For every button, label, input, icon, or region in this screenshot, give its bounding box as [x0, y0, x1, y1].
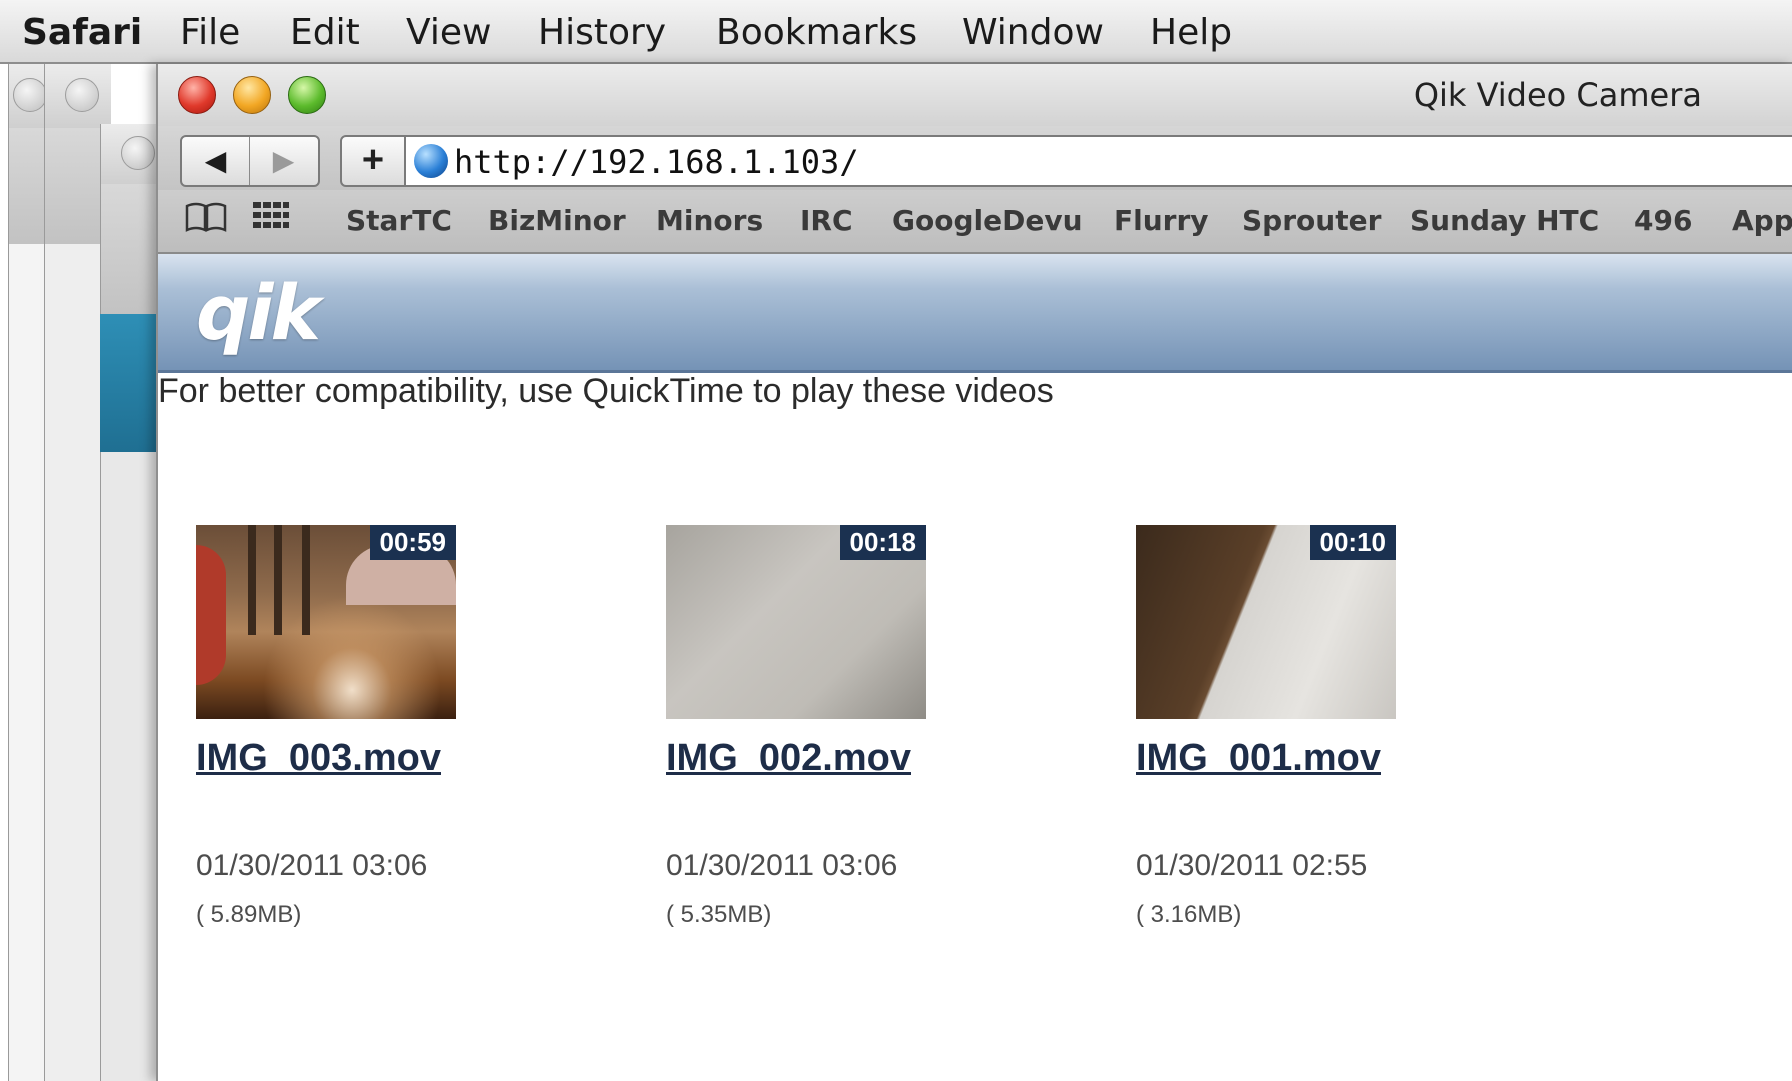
- window-title: Qik Video Camera: [1413, 76, 1702, 114]
- video-date: 01/30/2011 03:06: [666, 849, 898, 882]
- top-sites-grid-icon[interactable]: [252, 200, 290, 240]
- menu-help[interactable]: Help: [1150, 12, 1232, 53]
- video-size: ( 5.35MB): [666, 901, 772, 928]
- bookmarks-bar: StarTC BizMinor Minors IRC GoogleDevu Fl…: [158, 190, 1792, 254]
- bookmark-item[interactable]: BizMinor: [488, 204, 626, 237]
- background-window[interactable]: [100, 124, 161, 1081]
- video-thumbnail[interactable]: 00:18: [666, 525, 926, 719]
- close-window-icon[interactable]: [178, 76, 216, 114]
- menu-window[interactable]: Window: [962, 12, 1104, 53]
- url-text[interactable]: http://192.168.1.103/: [454, 143, 859, 181]
- globe-icon: [414, 144, 448, 178]
- video-date: 01/30/2011 02:55: [1136, 849, 1368, 882]
- zoom-window-icon[interactable]: [288, 76, 326, 114]
- background-page-banner: [100, 314, 160, 452]
- window-close-icon[interactable]: [121, 136, 155, 170]
- bookmark-item[interactable]: StarTC: [346, 204, 452, 237]
- video-link[interactable]: IMG_003.mov: [196, 737, 441, 780]
- duration-badge: 00:10: [1309, 525, 1396, 560]
- window-close-icon[interactable]: [65, 78, 99, 112]
- toolbar: ◀ ▶ + http://192.168.1.103/: [158, 126, 1792, 190]
- menu-view[interactable]: View: [406, 12, 491, 53]
- menu-edit[interactable]: Edit: [290, 12, 360, 53]
- bookmark-item[interactable]: 496: [1634, 204, 1692, 237]
- bookmark-item[interactable]: Flurry: [1114, 204, 1209, 237]
- menu-history[interactable]: History: [538, 12, 666, 53]
- title-bar: Qik Video Camera: [158, 64, 1792, 126]
- bookmark-item[interactable]: Sunday HTC: [1410, 204, 1599, 237]
- bookmark-item[interactable]: Minors: [656, 204, 763, 237]
- menu-safari[interactable]: Safari: [22, 12, 142, 53]
- address-bar[interactable]: http://192.168.1.103/: [404, 135, 1792, 187]
- menu-bookmarks[interactable]: Bookmarks: [716, 12, 917, 53]
- compatibility-notice: For better compatibility, use QuickTime …: [158, 372, 1054, 410]
- duration-badge: 00:18: [839, 525, 926, 560]
- video-thumbnail[interactable]: 00:10: [1136, 525, 1396, 719]
- bookmark-item[interactable]: IRC: [800, 204, 853, 237]
- forward-button[interactable]: ▶: [250, 137, 317, 185]
- menu-bar: Safari File Edit View History Bookmarks …: [0, 0, 1792, 64]
- bookmark-item[interactable]: GoogleDevu: [892, 204, 1083, 237]
- video-size: ( 5.89MB): [196, 901, 302, 928]
- menu-file[interactable]: File: [180, 12, 240, 53]
- video-thumbnail[interactable]: 00:59: [196, 525, 456, 719]
- video-link[interactable]: IMG_002.mov: [666, 737, 911, 780]
- qik-header-banner: qik: [158, 254, 1792, 373]
- qik-logo[interactable]: qik: [196, 268, 321, 357]
- bookmark-item[interactable]: App: [1732, 204, 1792, 237]
- video-date: 01/30/2011 03:06: [196, 849, 428, 882]
- duration-badge: 00:59: [369, 525, 456, 560]
- nav-buttons: ◀ ▶: [180, 135, 320, 187]
- minimize-window-icon[interactable]: [233, 76, 271, 114]
- video-link[interactable]: IMG_001.mov: [1136, 737, 1381, 780]
- back-button[interactable]: ◀: [182, 137, 250, 185]
- book-icon[interactable]: [184, 200, 228, 242]
- video-size: ( 3.16MB): [1136, 901, 1242, 928]
- browser-window: Qik Video Camera ◀ ▶ + http://192.168.1.…: [156, 64, 1792, 1081]
- window-close-icon[interactable]: [13, 78, 47, 112]
- bookmark-item[interactable]: Sprouter: [1242, 204, 1381, 237]
- add-bookmark-button[interactable]: +: [340, 135, 406, 187]
